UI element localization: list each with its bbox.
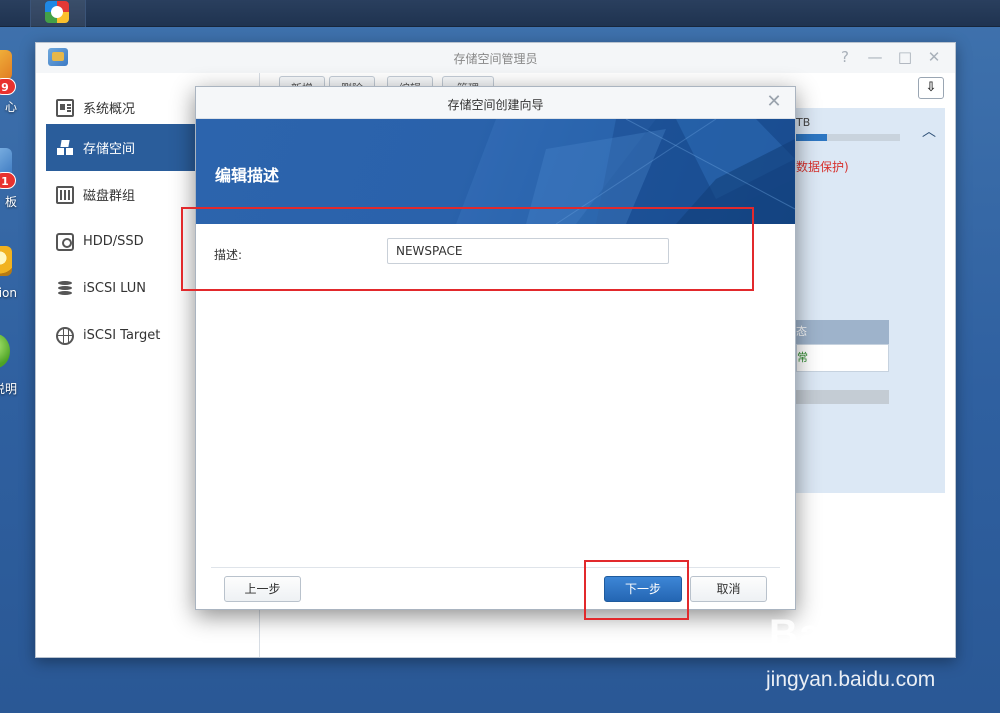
minimize-icon[interactable]: — (866, 48, 884, 66)
close-icon[interactable]: ✕ (764, 92, 784, 112)
capacity-bar (796, 134, 900, 141)
previous-button[interactable]: 上一步 (224, 576, 301, 602)
notification-badge: 9 (0, 78, 16, 95)
storage-icon (56, 139, 74, 157)
desktop-icon-label: 板 (4, 195, 17, 209)
sort-button[interactable]: ⇩ (918, 77, 944, 99)
lun-icon (56, 280, 74, 298)
raid-icon (56, 185, 74, 204)
sidebar-item-label: 系统概况 (83, 102, 136, 117)
sidebar-item-label: iSCSI Target (83, 328, 161, 343)
capacity-text: TB (796, 116, 811, 129)
status-column-header: 态 (796, 320, 889, 344)
sidebar-item-label: iSCSI LUN (83, 281, 146, 296)
status-cell: 常 (796, 344, 889, 372)
sidebar-item-label: HDD/SSD (83, 234, 144, 249)
search-icon (0, 246, 12, 276)
footer-divider (211, 567, 780, 568)
annotation-highlight-next (584, 560, 689, 620)
annotation-highlight-description (181, 207, 754, 291)
sidebar-item-label: 磁盘群组 (83, 189, 136, 204)
panel-divider (796, 390, 889, 404)
chevron-up-icon[interactable]: ︿ (922, 121, 936, 141)
hdd-icon (56, 232, 74, 251)
help-icon[interactable]: ? (836, 48, 854, 66)
close-icon[interactable]: ✕ (925, 48, 943, 66)
taskbar-app-button[interactable] (30, 0, 86, 27)
storage-detail-panel: TB ︿ 数据保护) 态 常 (796, 108, 945, 493)
dialog-titlebar[interactable]: 存储空间创建向导 ✕ (196, 87, 795, 119)
step-heading: 编辑描述 (215, 166, 280, 185)
storage-manager-app-icon (45, 1, 69, 23)
desktop-icon-label: 说明 (0, 382, 17, 396)
taskbar (0, 0, 1000, 27)
window-titlebar[interactable]: 存储空间管理员 ? — □ ✕ (36, 43, 955, 73)
sidebar-item-label: 存储空间 (83, 142, 136, 157)
watermark-url: jingyan.baidu.com (766, 668, 936, 691)
protection-warning: 数据保护) (796, 160, 849, 174)
watermark-brand: 经验 (901, 623, 956, 653)
overview-icon (56, 98, 74, 117)
maximize-icon[interactable]: □ (896, 48, 914, 66)
capacity-bar-fill (796, 134, 828, 141)
storage-wizard-dialog: 存储空间创建向导 ✕ 编辑描述 描述: 上一步 下一步 取消 (195, 86, 796, 610)
notification-badge: 1 (0, 172, 16, 189)
desktop-icon-label: tion (0, 286, 17, 300)
baidu-paw-icon (841, 604, 876, 644)
window-title: 存储空间管理员 (453, 52, 538, 66)
desktop-icon-label: 心 (4, 100, 17, 114)
package-center-icon (0, 50, 12, 80)
cancel-button[interactable]: 取消 (690, 576, 767, 602)
dialog-title: 存储空间创建向导 (447, 98, 544, 112)
help-icon (0, 334, 10, 368)
target-icon (56, 326, 74, 345)
